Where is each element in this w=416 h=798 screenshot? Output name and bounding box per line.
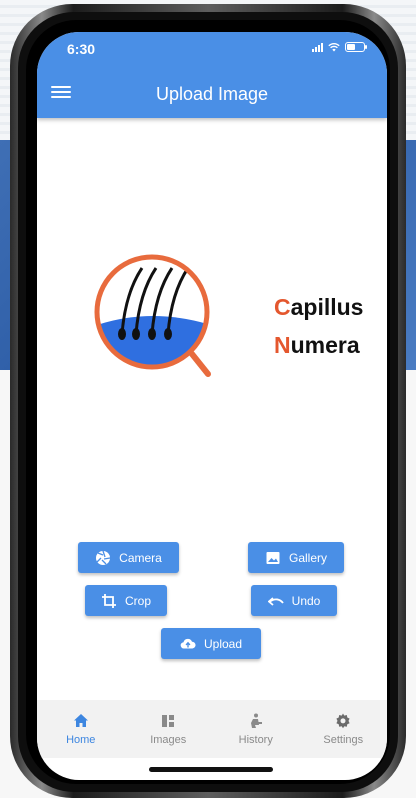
upload-button[interactable]: Upload	[161, 628, 261, 659]
undo-button[interactable]: Undo	[251, 585, 337, 616]
logo-text-line1: Capillus	[274, 294, 364, 320]
signal-icon	[312, 42, 323, 52]
page-title: Upload Image	[155, 84, 269, 104]
phone-screen: 6:30 Upload Image Capillus Numera Camera…	[37, 32, 387, 780]
status-time: 6:30	[67, 41, 96, 57]
app-bar: 6:30 Upload Image	[37, 32, 387, 118]
gallery-button[interactable]: Gallery	[248, 542, 344, 573]
crop-button[interactable]: Crop	[85, 585, 167, 616]
nav-item-history[interactable]: History	[212, 700, 300, 758]
camera-shutter-icon	[96, 550, 111, 565]
nav-item-images[interactable]: Images	[125, 700, 213, 758]
magnifier-hair-icon	[94, 254, 211, 377]
undo-label: Undo	[291, 593, 321, 608]
camera-label: Camera	[119, 550, 162, 565]
home-icon	[73, 714, 88, 727]
app-logo: Capillus Numera	[94, 254, 363, 384]
nav-item-settings[interactable]: Settings	[300, 700, 388, 758]
undo-icon	[267, 596, 284, 606]
image-icon	[266, 551, 280, 564]
camera-button[interactable]: Camera	[78, 542, 179, 573]
history-icon	[250, 713, 262, 728]
status-icons	[312, 42, 367, 52]
cloud-upload-icon	[180, 638, 196, 648]
nav-label-images: Images	[150, 734, 187, 746]
battery-icon	[345, 42, 367, 52]
nav-label-settings: Settings	[323, 734, 364, 746]
home-indicator	[149, 767, 273, 772]
bottom-navigation: Home Images History Settings	[37, 700, 387, 758]
gallery-label: Gallery	[288, 550, 327, 565]
wifi-icon	[328, 42, 340, 52]
crop-icon	[101, 593, 116, 608]
logo-text-line2: Numera	[274, 332, 360, 358]
nav-item-home[interactable]: Home	[37, 700, 125, 758]
crop-label: Crop	[124, 593, 151, 608]
dashboard-icon	[162, 715, 175, 727]
nav-label-history: History	[238, 734, 273, 746]
upload-label: Upload	[203, 636, 243, 651]
gear-icon	[336, 713, 350, 729]
nav-label-home: Home	[66, 734, 96, 746]
